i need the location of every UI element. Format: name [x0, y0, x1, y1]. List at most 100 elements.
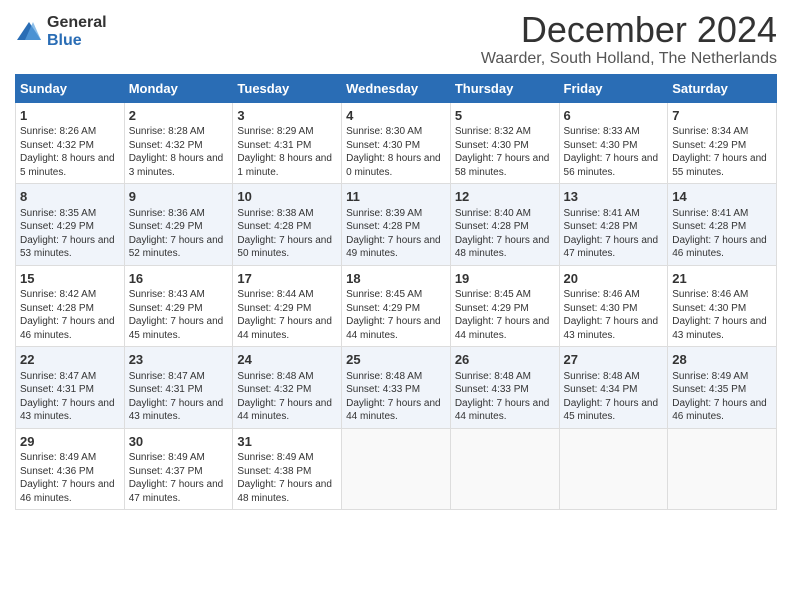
sunrise-text: Sunrise: 8:48 AM: [346, 371, 422, 382]
daylight-text: Daylight: 7 hours and 46 minutes.: [20, 479, 115, 504]
daylight-text: Daylight: 8 hours and 5 minutes.: [20, 153, 115, 178]
sunrise-text: Sunrise: 8:41 AM: [564, 208, 640, 219]
daylight-text: Daylight: 8 hours and 0 minutes.: [346, 153, 441, 178]
sunrise-text: Sunrise: 8:39 AM: [346, 208, 422, 219]
sunset-text: Sunset: 4:31 PM: [237, 140, 311, 151]
header-row: SundayMondayTuesdayWednesdayThursdayFrid…: [16, 74, 777, 102]
daylight-text: Daylight: 7 hours and 44 minutes.: [237, 398, 332, 423]
sunset-text: Sunset: 4:31 PM: [129, 384, 203, 395]
day-number: 11: [346, 188, 446, 206]
daylight-text: Daylight: 7 hours and 56 minutes.: [564, 153, 659, 178]
day-number: 20: [564, 270, 664, 288]
calendar-cell: 20Sunrise: 8:46 AMSunset: 4:30 PMDayligh…: [559, 265, 668, 347]
daylight-text: Daylight: 7 hours and 44 minutes.: [455, 316, 550, 341]
sunrise-text: Sunrise: 8:44 AM: [237, 289, 313, 300]
sunrise-text: Sunrise: 8:42 AM: [20, 289, 96, 300]
day-number: 26: [455, 351, 555, 369]
sunrise-text: Sunrise: 8:29 AM: [237, 126, 313, 137]
sunrise-text: Sunrise: 8:28 AM: [129, 126, 205, 137]
calendar-cell: 1Sunrise: 8:26 AMSunset: 4:32 PMDaylight…: [16, 102, 125, 184]
daylight-text: Daylight: 7 hours and 46 minutes.: [672, 398, 767, 423]
sunrise-text: Sunrise: 8:48 AM: [455, 371, 531, 382]
sunset-text: Sunset: 4:32 PM: [129, 140, 203, 151]
sunrise-text: Sunrise: 8:38 AM: [237, 208, 313, 219]
day-number: 29: [20, 433, 120, 451]
calendar-cell: 15Sunrise: 8:42 AMSunset: 4:28 PMDayligh…: [16, 265, 125, 347]
sunrise-text: Sunrise: 8:32 AM: [455, 126, 531, 137]
day-number: 9: [129, 188, 229, 206]
daylight-text: Daylight: 8 hours and 3 minutes.: [129, 153, 224, 178]
sunrise-text: Sunrise: 8:41 AM: [672, 208, 748, 219]
header-saturday: Saturday: [668, 74, 777, 102]
calendar-cell: 24Sunrise: 8:48 AMSunset: 4:32 PMDayligh…: [233, 347, 342, 429]
sunset-text: Sunset: 4:28 PM: [237, 221, 311, 232]
calendar-cell: 10Sunrise: 8:38 AMSunset: 4:28 PMDayligh…: [233, 184, 342, 266]
calendar-cell: 25Sunrise: 8:48 AMSunset: 4:33 PMDayligh…: [342, 347, 451, 429]
sunset-text: Sunset: 4:33 PM: [455, 384, 529, 395]
day-number: 3: [237, 107, 337, 125]
calendar-cell: 9Sunrise: 8:36 AMSunset: 4:29 PMDaylight…: [124, 184, 233, 266]
daylight-text: Daylight: 7 hours and 43 minutes.: [20, 398, 115, 423]
sunrise-text: Sunrise: 8:45 AM: [455, 289, 531, 300]
header-thursday: Thursday: [450, 74, 559, 102]
daylight-text: Daylight: 7 hours and 46 minutes.: [672, 235, 767, 260]
calendar-cell: 26Sunrise: 8:48 AMSunset: 4:33 PMDayligh…: [450, 347, 559, 429]
calendar-cell: 31Sunrise: 8:49 AMSunset: 4:38 PMDayligh…: [233, 428, 342, 510]
daylight-text: Daylight: 7 hours and 48 minutes.: [237, 479, 332, 504]
sunset-text: Sunset: 4:28 PM: [455, 221, 529, 232]
sunrise-text: Sunrise: 8:46 AM: [564, 289, 640, 300]
day-number: 23: [129, 351, 229, 369]
sunrise-text: Sunrise: 8:30 AM: [346, 126, 422, 137]
calendar-cell: 8Sunrise: 8:35 AMSunset: 4:29 PMDaylight…: [16, 184, 125, 266]
calendar-cell: 27Sunrise: 8:48 AMSunset: 4:34 PMDayligh…: [559, 347, 668, 429]
sunrise-text: Sunrise: 8:47 AM: [20, 371, 96, 382]
header-monday: Monday: [124, 74, 233, 102]
calendar-table: SundayMondayTuesdayWednesdayThursdayFrid…: [15, 74, 777, 511]
day-number: 8: [20, 188, 120, 206]
calendar-cell: 11Sunrise: 8:39 AMSunset: 4:28 PMDayligh…: [342, 184, 451, 266]
daylight-text: Daylight: 8 hours and 1 minute.: [237, 153, 332, 178]
calendar-cell: 12Sunrise: 8:40 AMSunset: 4:28 PMDayligh…: [450, 184, 559, 266]
day-number: 28: [672, 351, 772, 369]
sunrise-text: Sunrise: 8:36 AM: [129, 208, 205, 219]
sunset-text: Sunset: 4:37 PM: [129, 466, 203, 477]
day-number: 17: [237, 270, 337, 288]
sunrise-text: Sunrise: 8:49 AM: [672, 371, 748, 382]
calendar-cell: 4Sunrise: 8:30 AMSunset: 4:30 PMDaylight…: [342, 102, 451, 184]
day-number: 19: [455, 270, 555, 288]
week-row-2: 8Sunrise: 8:35 AMSunset: 4:29 PMDaylight…: [16, 184, 777, 266]
sunrise-text: Sunrise: 8:45 AM: [346, 289, 422, 300]
daylight-text: Daylight: 7 hours and 43 minutes.: [564, 316, 659, 341]
sunset-text: Sunset: 4:29 PM: [129, 221, 203, 232]
sunset-text: Sunset: 4:32 PM: [20, 140, 94, 151]
sunrise-text: Sunrise: 8:48 AM: [237, 371, 313, 382]
day-number: 10: [237, 188, 337, 206]
sunset-text: Sunset: 4:31 PM: [20, 384, 94, 395]
day-number: 16: [129, 270, 229, 288]
sunset-text: Sunset: 4:29 PM: [20, 221, 94, 232]
calendar-cell: 13Sunrise: 8:41 AMSunset: 4:28 PMDayligh…: [559, 184, 668, 266]
header-wednesday: Wednesday: [342, 74, 451, 102]
day-number: 24: [237, 351, 337, 369]
sunrise-text: Sunrise: 8:49 AM: [20, 452, 96, 463]
week-row-1: 1Sunrise: 8:26 AMSunset: 4:32 PMDaylight…: [16, 102, 777, 184]
sunrise-text: Sunrise: 8:43 AM: [129, 289, 205, 300]
daylight-text: Daylight: 7 hours and 43 minutes.: [672, 316, 767, 341]
calendar-body: 1Sunrise: 8:26 AMSunset: 4:32 PMDaylight…: [16, 102, 777, 510]
calendar-cell: [342, 428, 451, 510]
daylight-text: Daylight: 7 hours and 47 minutes.: [564, 235, 659, 260]
sunset-text: Sunset: 4:29 PM: [129, 303, 203, 314]
header-sunday: Sunday: [16, 74, 125, 102]
header-tuesday: Tuesday: [233, 74, 342, 102]
week-row-3: 15Sunrise: 8:42 AMSunset: 4:28 PMDayligh…: [16, 265, 777, 347]
daylight-text: Daylight: 7 hours and 45 minutes.: [564, 398, 659, 423]
sunset-text: Sunset: 4:28 PM: [672, 221, 746, 232]
sunset-text: Sunset: 4:29 PM: [455, 303, 529, 314]
calendar-cell: 17Sunrise: 8:44 AMSunset: 4:29 PMDayligh…: [233, 265, 342, 347]
daylight-text: Daylight: 7 hours and 45 minutes.: [129, 316, 224, 341]
sunset-text: Sunset: 4:28 PM: [20, 303, 94, 314]
calendar-cell: 30Sunrise: 8:49 AMSunset: 4:37 PMDayligh…: [124, 428, 233, 510]
daylight-text: Daylight: 7 hours and 58 minutes.: [455, 153, 550, 178]
sunrise-text: Sunrise: 8:40 AM: [455, 208, 531, 219]
sunrise-text: Sunrise: 8:49 AM: [237, 452, 313, 463]
